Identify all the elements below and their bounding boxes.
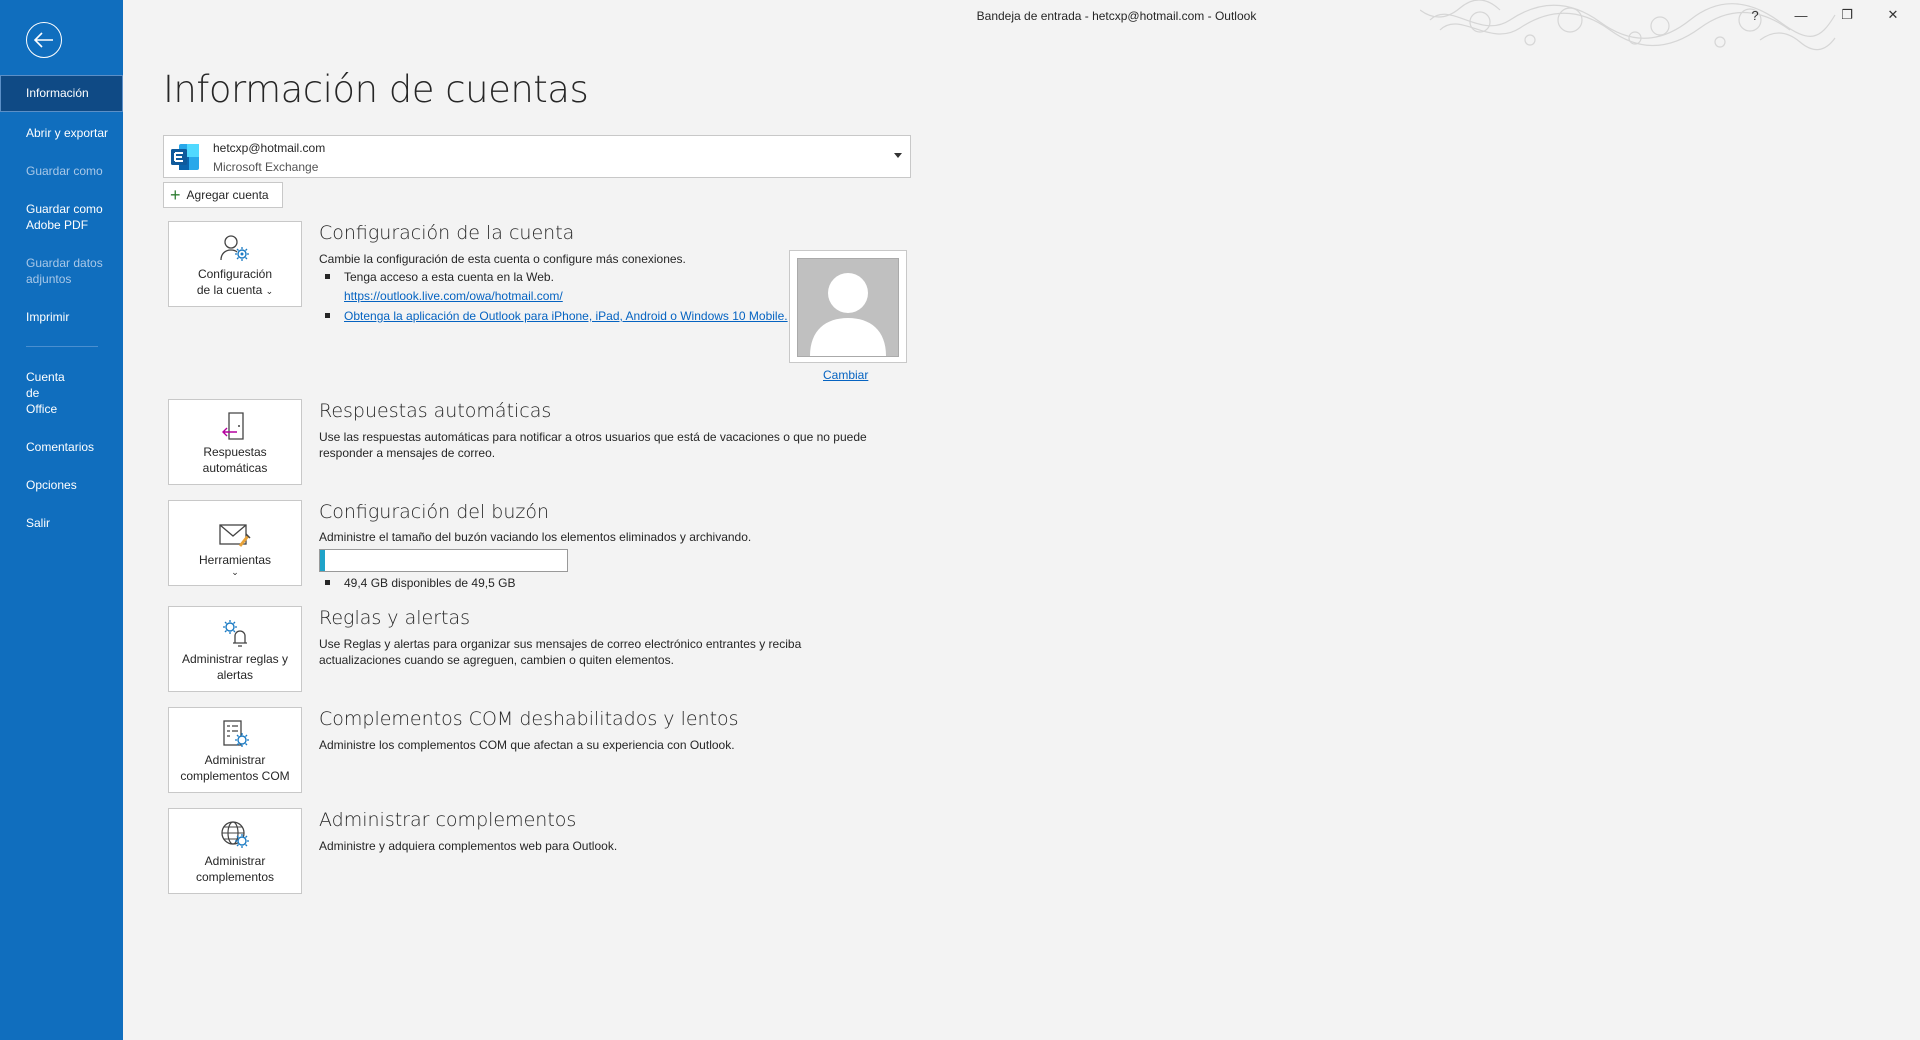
account-settings-icon (220, 235, 249, 261)
minimize-button[interactable]: — (1778, 0, 1824, 30)
tools-button[interactable]: Herramientas ⌄ (168, 500, 302, 586)
account-settings-title: Configuración de la cuenta (319, 222, 575, 244)
tile-label-2-text: de la cuenta (196, 283, 263, 297)
web-access-text: Tenga acceso a esta cuenta en la Web. (344, 270, 554, 284)
auto-replies-button[interactable]: Respuestas automáticas (168, 399, 302, 485)
person-placeholder-icon (797, 258, 899, 357)
tile-label-2: complementos (195, 870, 275, 884)
tile-label: Respuestas (203, 445, 267, 459)
auto-reply-icon (222, 412, 244, 440)
tile-label-2: alertas (216, 668, 254, 682)
tile-label: Administrar (204, 854, 266, 868)
account-email: hetcxp@hotmail.com (213, 141, 326, 155)
window-title-text: Bandeja de entrada - hetcxp@hotmail.com … (976, 9, 1257, 23)
back-arrow-icon (34, 32, 53, 48)
bullet-icon (325, 580, 330, 585)
addins-desc: Administre y adquiera complementos web p… (319, 839, 618, 853)
nav-guardar-adobe-pdf[interactable]: Guardar como Adobe PDF (0, 201, 110, 233)
nav-guardar-adjuntos[interactable]: Guardar datos adjuntos (0, 255, 110, 287)
close-button[interactable]: ✕ (1870, 0, 1916, 30)
nav-imprimir[interactable]: Imprimir (0, 309, 123, 325)
nav-cuenta-office[interactable]: Cuenta de Office (0, 369, 72, 417)
globe-addins-icon (221, 821, 249, 848)
auto-replies-desc: Use las respuestas automáticas para noti… (319, 430, 867, 460)
profile-photo (789, 250, 907, 363)
account-selector[interactable]: hetcxp@hotmail.com Microsoft Exchange (163, 135, 911, 178)
account-settings-button[interactable]: Configuración de la cuenta ⌄ (168, 221, 302, 307)
tile-label: Herramientas (198, 553, 272, 567)
auto-replies-title: Respuestas automáticas (319, 400, 552, 422)
tile-label-2: complementos COM (180, 769, 290, 783)
nav-guardar-como[interactable]: Guardar como (0, 163, 123, 179)
rules-alerts-icon (223, 620, 247, 647)
bullet-icon (325, 274, 330, 279)
help-button[interactable]: ? (1732, 0, 1778, 30)
com-addins-desc: Administre los complementos COM que afec… (319, 738, 735, 752)
back-button[interactable] (26, 22, 62, 58)
com-addins-title: Complementos COM deshabilitados y lentos (319, 708, 739, 730)
nav-separator (26, 346, 98, 347)
manage-com-addins-button[interactable]: Administrar complementos COM (168, 707, 302, 793)
nav-salir[interactable]: Salir (0, 515, 123, 531)
nav-informacion[interactable]: Información (0, 75, 123, 112)
exchange-icon (171, 144, 199, 170)
chevron-down-icon: ⌄ (231, 567, 239, 577)
manage-addins-button[interactable]: Administrar complementos (168, 808, 302, 894)
add-account-label: Agregar cuenta (186, 188, 269, 202)
plus-icon: + (170, 185, 181, 205)
tile-label: Administrar reglas y (181, 652, 289, 666)
nav-comentarios[interactable]: Comentarios (0, 439, 123, 455)
mailbox-usage-bar (319, 549, 568, 572)
backstage-sidebar: Información Abrir y exportar Guardar com… (0, 0, 123, 1040)
chevron-down-icon (894, 153, 902, 158)
owa-link[interactable]: https://outlook.live.com/owa/hotmail.com… (344, 289, 563, 303)
add-account-button[interactable]: + Agregar cuenta (163, 182, 283, 208)
account-type: Microsoft Exchange (213, 160, 319, 174)
change-photo-link[interactable]: Cambiar (823, 368, 868, 382)
mailbox-usage-text: 49,4 GB disponibles de 49,5 GB (344, 576, 516, 590)
mobile-app-link[interactable]: Obtenga la aplicación de Outlook para iP… (344, 309, 788, 323)
rules-title: Reglas y alertas (319, 607, 470, 629)
tile-label-2: automáticas (202, 461, 268, 475)
chevron-down-icon: ⌄ (265, 286, 274, 296)
mailbox-desc: Administre el tamaño del buzón vaciando … (319, 530, 752, 544)
tile-label: Administrar (204, 753, 266, 767)
mailbox-tools-icon (219, 524, 251, 547)
restore-button[interactable]: ❐ (1824, 0, 1870, 30)
rules-desc: Use Reglas y alertas para organizar sus … (319, 637, 802, 667)
page-title: Información de cuentas (163, 68, 589, 111)
bullet-icon (325, 313, 330, 318)
nav-opciones[interactable]: Opciones (0, 477, 123, 493)
addins-title: Administrar complementos (319, 809, 577, 831)
title-bar: Bandeja de entrada - hetcxp@hotmail.com … (123, 0, 1920, 51)
com-addins-icon (223, 720, 249, 747)
nav-abrir-exportar[interactable]: Abrir y exportar (0, 125, 123, 141)
tile-label-2: de la cuenta ⌄ (197, 282, 273, 298)
mailbox-usage-fill (320, 550, 325, 571)
mailbox-title: Configuración del buzón (319, 501, 550, 523)
tile-label: Configuración (197, 267, 273, 281)
manage-rules-button[interactable]: Administrar reglas y alertas (168, 606, 302, 692)
